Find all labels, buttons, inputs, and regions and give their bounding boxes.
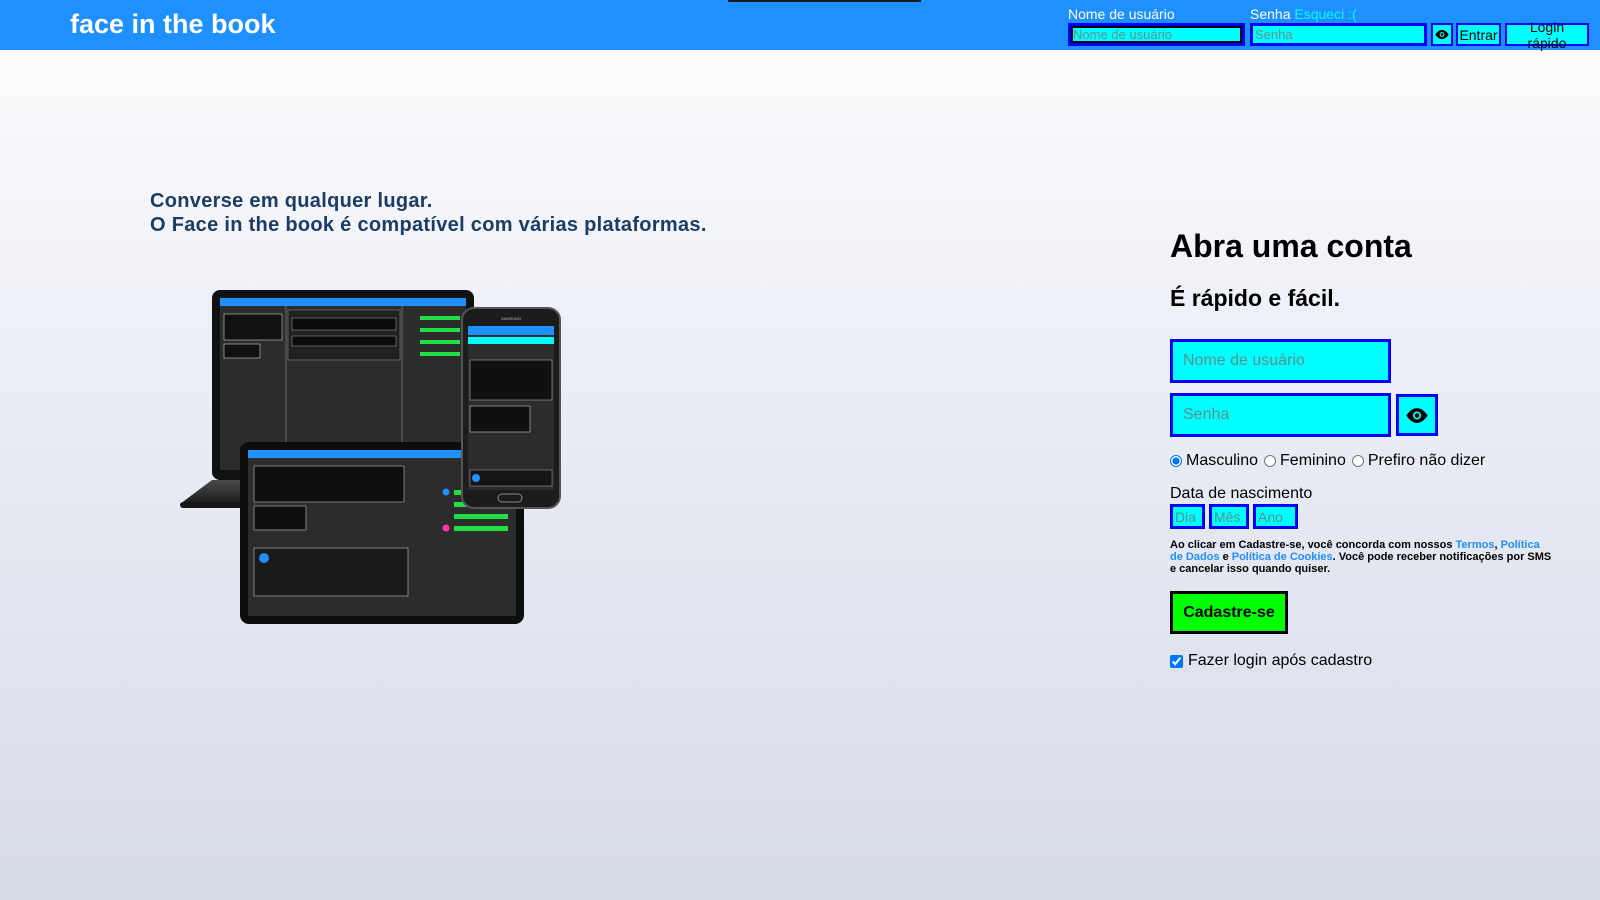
gender-label-unspecified: Prefiro não dizer <box>1367 452 1486 469</box>
header-password-input[interactable] <box>1250 23 1427 46</box>
birth-month-input[interactable] <box>1209 504 1249 529</box>
birthdate-fields <box>1170 504 1298 529</box>
gender-option-male[interactable]: Masculino <box>1170 452 1258 470</box>
auto-login-checkbox[interactable] <box>1170 654 1183 668</box>
tab-indicator <box>728 0 921 2</box>
gender-option-female[interactable]: Feminino <box>1264 452 1346 470</box>
terms-text-1: Ao clicar em Cadastre-se, você concorda … <box>1170 539 1456 551</box>
devices-image: SAMSUNG <box>180 290 561 624</box>
signup-username-input[interactable] <box>1170 339 1391 383</box>
cookie-policy-link[interactable]: Política de Cookies <box>1232 551 1333 563</box>
forgot-password-link[interactable]: Esqueci :( <box>1294 6 1356 22</box>
birth-year-input[interactable] <box>1253 504 1298 529</box>
signup-title: Abra uma conta <box>1170 228 1412 264</box>
eye-icon <box>1435 29 1449 40</box>
header-show-password-button[interactable] <box>1431 23 1453 46</box>
password-label-text: Senha <box>1250 6 1291 22</box>
logo[interactable]: face in the book <box>70 9 276 40</box>
top-bar: face in the book Nome de usuário Senha E… <box>0 0 1600 51</box>
signup-password-input[interactable] <box>1170 393 1391 437</box>
gender-label-male: Masculino <box>1186 452 1259 469</box>
phone-brand: SAMSUNG <box>501 316 521 321</box>
username-label: Nome de usuário <box>1068 6 1175 22</box>
birth-day-input[interactable] <box>1170 504 1205 529</box>
promo-line-1: Converse em qualquer lugar. <box>150 190 433 212</box>
quick-login-button[interactable]: Login rápido <box>1505 19 1589 51</box>
gender-label-female: Feminino <box>1280 452 1346 469</box>
gender-radio-female[interactable] <box>1264 455 1277 467</box>
devices-illustration: SAMSUNG <box>180 290 580 650</box>
password-label: Senha Esqueci :( <box>1250 6 1357 22</box>
terms-notice: Ao clicar em Cadastre-se, você concorda … <box>1170 539 1555 575</box>
promo-text: Converse em qualquer lugar. O Face in th… <box>150 189 707 237</box>
auto-login-label: Fazer login após cadastro <box>1188 652 1373 669</box>
signup-button[interactable]: Cadastre-se <box>1170 591 1288 634</box>
gender-radio-male[interactable] <box>1170 455 1182 467</box>
header-username-input[interactable] <box>1068 23 1245 46</box>
signup-show-password-button[interactable] <box>1396 394 1438 436</box>
gender-option-unspecified[interactable]: Prefiro não dizer <box>1351 452 1486 470</box>
promo-line-2: O Face in the book é compatível com vári… <box>150 214 707 236</box>
birthdate-label: Data de nascimento <box>1170 485 1313 502</box>
enter-button[interactable]: Entrar <box>1456 23 1501 46</box>
terms-sep-2: e <box>1219 551 1232 563</box>
eye-icon <box>1406 407 1428 423</box>
auto-login-option[interactable]: Fazer login após cadastro <box>1170 652 1372 670</box>
terms-link[interactable]: Termos <box>1456 539 1495 551</box>
signup-form: Abra uma conta É rápido e fácil. Masculi… <box>1170 228 1560 669</box>
signup-subtitle: É rápido e fácil. <box>1170 285 1340 311</box>
gender-radio-group: Masculino Feminino Prefiro não dizer <box>1170 452 1491 470</box>
phone: SAMSUNG <box>461 307 561 509</box>
gender-radio-unspecified[interactable] <box>1351 455 1364 467</box>
